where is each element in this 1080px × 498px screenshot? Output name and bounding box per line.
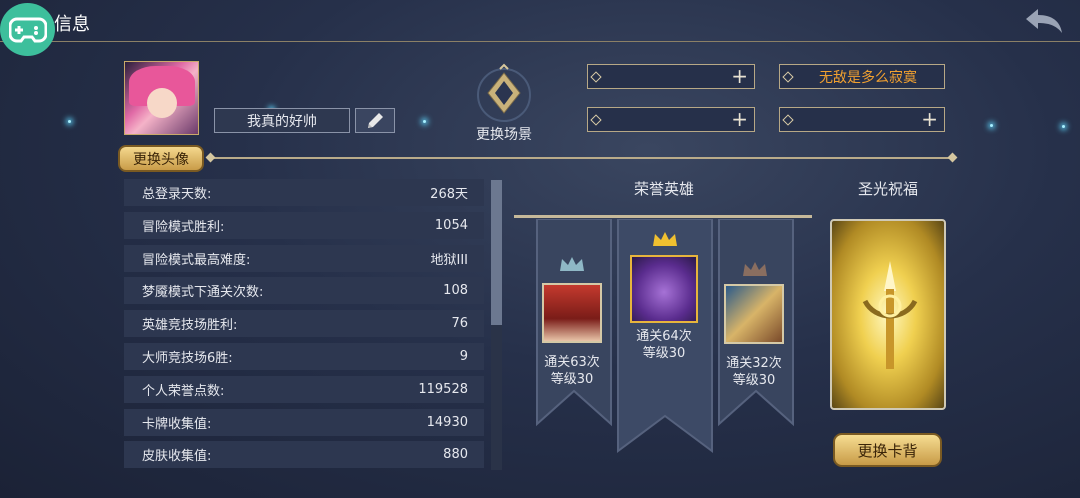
- gamepad-icon: [8, 17, 47, 42]
- hero-2-clears: 通关64次: [636, 329, 692, 344]
- back-arrow-icon: [1026, 9, 1062, 33]
- hero-2-level: 等级30: [642, 346, 686, 361]
- stat-row: 个人荣誉点数: 119528: [124, 375, 484, 403]
- crown-icon: [560, 257, 584, 271]
- star-decoration: [1062, 125, 1065, 128]
- hero-3-clears: 通关32次: [726, 356, 782, 371]
- plus-icon: +: [731, 107, 748, 131]
- pencil-icon: [368, 112, 383, 128]
- nickname-field[interactable]: 我真的好帅: [214, 108, 350, 133]
- back-button[interactable]: [1024, 6, 1064, 36]
- stats-scrollbar[interactable]: [491, 180, 502, 470]
- stat-row: 皮肤收集值: 880: [124, 441, 484, 469]
- star-decoration: [423, 120, 426, 123]
- title-slot-2[interactable]: 无敌是多么寂寞: [779, 64, 945, 89]
- crown-icon: [653, 232, 677, 246]
- change-avatar-button[interactable]: 更换头像: [118, 145, 204, 172]
- hero-portrait-3: [724, 284, 784, 344]
- diamond-emblem-icon: [477, 63, 531, 122]
- change-scene-label: 更换场景: [476, 127, 532, 143]
- diamond-icon: [590, 70, 602, 83]
- honor-heroes-title: 荣誉英雄: [633, 180, 694, 198]
- section-divider: [211, 157, 952, 159]
- diamond-icon: [590, 113, 602, 126]
- title-slot-4[interactable]: +: [779, 107, 945, 132]
- stat-row: 卡牌收集值: 14930: [124, 408, 484, 436]
- banner-rod: [514, 215, 812, 218]
- stat-row: 冒险模式胜利: 1054: [124, 211, 484, 239]
- edit-name-button[interactable]: [355, 108, 395, 133]
- stats-list: 总登录天数: 268天 冒险模式胜利: 1054 冒险模式最高难度: 地狱III 梦魇…: [124, 179, 484, 474]
- equipped-title: 无敌是多么寂寞: [819, 69, 917, 86]
- hero-portrait-2: [630, 255, 698, 323]
- stat-row: 英雄竞技场胜利: 76: [124, 310, 484, 338]
- title-slot-1[interactable]: +: [587, 64, 755, 89]
- title-slot-3[interactable]: +: [587, 107, 755, 132]
- top-bar: 信息: [0, 0, 1080, 56]
- hero-1-clears: 通关63次: [544, 355, 600, 370]
- hero-portrait-1: [542, 283, 602, 343]
- plus-icon: +: [921, 107, 938, 131]
- plus-icon: +: [731, 64, 748, 88]
- crown-icon: [743, 262, 767, 276]
- star-decoration: [990, 124, 993, 127]
- stat-row: 总登录天数: 268天: [124, 179, 484, 206]
- card-back-preview[interactable]: [830, 219, 946, 410]
- stat-row: 梦魇模式下通关次数: 108: [124, 277, 484, 305]
- star-decoration: [68, 120, 71, 123]
- avatar[interactable]: [124, 61, 199, 135]
- stat-row: 大师竞技场6胜: 9: [124, 342, 484, 370]
- hero-3-level: 等级30: [732, 373, 776, 388]
- hero-1-level: 等级30: [550, 372, 594, 387]
- holy-sword-icon: [862, 261, 918, 369]
- stat-row: 冒险模式最高难度: 地狱III: [124, 244, 484, 272]
- gamepad-button[interactable]: [0, 3, 55, 56]
- change-card-back-button[interactable]: 更换卡背: [833, 433, 942, 467]
- page-title: 信息: [54, 14, 90, 35]
- blessing-title: 圣光祝福: [857, 180, 918, 198]
- change-scene-button[interactable]: [470, 63, 538, 123]
- diamond-icon: [782, 113, 794, 126]
